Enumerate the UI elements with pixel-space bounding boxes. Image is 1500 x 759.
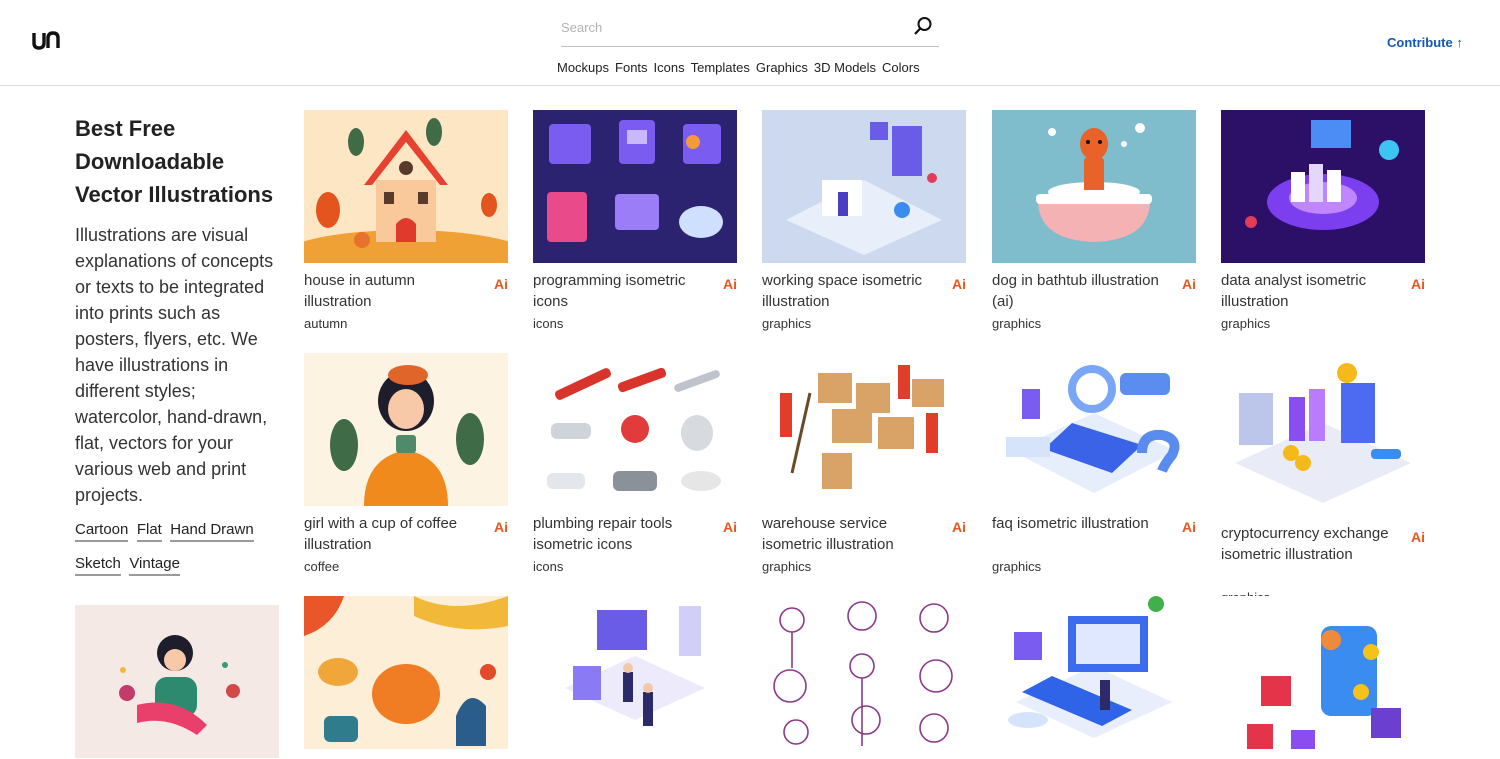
card-title[interactable]: data analyst isometric illustration [1221,270,1401,312]
card-category[interactable]: graphics [762,316,811,331]
tag-hand-drawn[interactable]: Hand Drawn [170,521,254,542]
card-title[interactable]: faq isometric illustration [992,513,1172,534]
ai-format-badge: Ai [952,276,966,292]
card-category[interactable]: icons [533,316,563,331]
card-faq[interactable]: faq isometric illustration Ai graphics [992,353,1196,574]
search-icon[interactable] [913,16,933,36]
card-thumbnail[interactable] [533,110,737,263]
card-thumbnail[interactable] [992,353,1196,506]
card-programming-icons[interactable]: programming isometric icons Ai icons [533,110,737,331]
page-description: Illustrations are visual explanations of… [75,225,274,505]
nav-item-fonts[interactable]: Fonts [615,60,648,75]
card-isometric-office[interactable] [533,596,737,749]
card-autumn-pattern[interactable] [304,596,508,749]
card-title[interactable]: girl with a cup of coffee illustration [304,513,484,555]
card-thumbnail[interactable] [992,596,1196,749]
card-thumbnail[interactable] [1221,596,1425,749]
card-category[interactable]: autumn [304,316,347,331]
category-nav: Mockups Fonts Icons Templates Graphics 3… [557,60,920,75]
card-category[interactable]: icons [533,559,563,574]
card-thumbnail[interactable] [304,110,508,263]
card-thumbnail[interactable] [533,353,737,506]
card-working-space[interactable]: working space isometric illustration Ai … [762,110,966,331]
card-plumbing-tools[interactable]: plumbing repair tools isometric icons Ai… [533,353,737,574]
contribute-button[interactable]: Contribute ↑ [1387,35,1463,50]
tag-flat[interactable]: Flat [136,521,162,542]
tag-cartoon[interactable]: Cartoon [75,521,129,542]
card-category[interactable]: graphics [762,559,811,574]
card-thumbnail[interactable] [762,110,966,263]
nav-item-mockups[interactable]: Mockups [557,60,609,75]
ai-format-badge: Ai [952,519,966,535]
ai-format-badge: Ai [1182,276,1196,292]
card-gift-rewards[interactable] [1221,596,1425,749]
card-title[interactable]: cryptocurrency exchange isometric illust… [1221,523,1401,565]
search-input[interactable] [561,10,901,44]
site-logo[interactable] [32,27,60,53]
card-thumbnail[interactable] [992,110,1196,263]
card-title[interactable]: dog in bathtub illustration (ai) [992,270,1172,312]
style-tags: Cartoon Flat Hand Drawn Sketch Vintage [75,521,285,589]
ai-format-badge: Ai [1411,276,1425,292]
card-title[interactable]: working space isometric illustration [762,270,942,312]
ai-format-badge: Ai [723,519,737,535]
card-cryptocurrency-exchange[interactable]: cryptocurrency exchange isometric illust… [1221,353,1425,605]
nav-item-templates[interactable]: Templates [691,60,750,75]
card-thumbnail[interactable] [762,353,966,506]
page-title: Best Free Downloadable Vector Illustrati… [75,116,274,207]
card-dog-bathtub[interactable]: dog in bathtub illustration (ai) Ai grap… [992,110,1196,331]
card-title[interactable]: house in autumn illustration [304,270,484,312]
card-house-autumn[interactable]: house in autumn illustration Ai autumn [304,110,508,331]
card-category[interactable]: graphics [992,559,1041,574]
card-title[interactable]: warehouse service isometric illustration [762,513,942,555]
card-category[interactable]: graphics [992,316,1041,331]
card-thumbnail[interactable] [1221,110,1425,263]
card-floral-sketch[interactable] [762,596,966,749]
ai-format-badge: Ai [494,519,508,535]
nav-item-colors[interactable]: Colors [882,60,920,75]
knitting-girl-thumbnail[interactable] [75,605,279,758]
card-thumbnail[interactable] [533,596,737,749]
nav-item-3d-models[interactable]: 3D Models [814,60,876,75]
ai-format-badge: Ai [1411,529,1425,545]
card-girl-coffee[interactable]: girl with a cup of coffee illustration A… [304,353,508,574]
tag-vintage[interactable]: Vintage [129,555,180,576]
card-title[interactable]: plumbing repair tools isometric icons [533,513,713,555]
card-category[interactable]: coffee [304,559,339,574]
nav-item-icons[interactable]: Icons [654,60,685,75]
site-header: Mockups Fonts Icons Templates Graphics 3… [0,0,1500,86]
ai-format-badge: Ai [494,276,508,292]
card-thumbnail[interactable] [304,353,508,506]
card-warehouse-service[interactable]: warehouse service isometric illustration… [762,353,966,574]
tag-sketch[interactable]: Sketch [75,555,121,576]
ai-format-badge: Ai [723,276,737,292]
search-bar [561,10,939,47]
nav-item-graphics[interactable]: Graphics [756,60,808,75]
card-category[interactable]: graphics [1221,316,1270,331]
card-title[interactable]: programming isometric icons [533,270,713,312]
card-data-analyst[interactable]: data analyst isometric illustration Ai g… [1221,110,1425,331]
card-thumbnail[interactable] [304,596,508,749]
card-thumbnail[interactable] [762,596,966,749]
card-laptop-analytics[interactable] [992,596,1196,749]
card-thumbnail[interactable] [1221,353,1425,506]
ai-format-badge: Ai [1182,519,1196,535]
